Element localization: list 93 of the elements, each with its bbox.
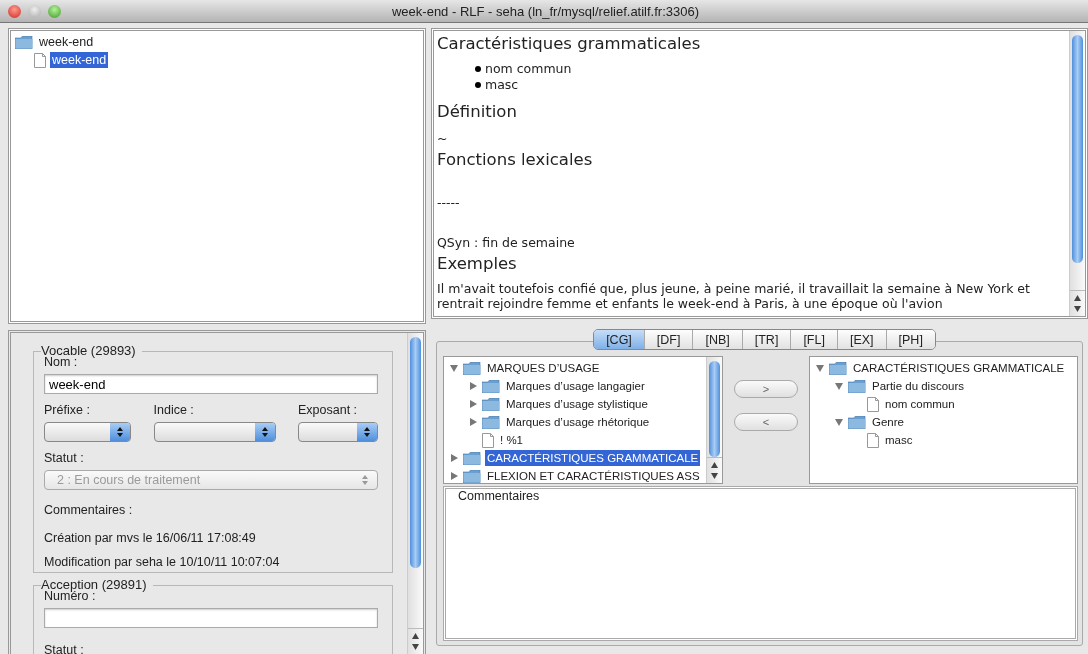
tree-item[interactable]: week-end bbox=[50, 52, 109, 68]
number-field[interactable] bbox=[44, 608, 378, 628]
expand-arrow-icon[interactable] bbox=[449, 471, 459, 481]
scroll-up-icon[interactable] bbox=[411, 632, 420, 640]
tab[interactable]: [DF] bbox=[644, 330, 694, 349]
tree-item[interactable]: Partie du discours bbox=[870, 378, 967, 394]
document-icon bbox=[867, 396, 879, 412]
tree-item[interactable]: FLEXION ET CARACTÉRISTIQUES ASS bbox=[485, 468, 702, 483]
tab[interactable]: [CG] bbox=[594, 330, 645, 349]
field-label: Statut : bbox=[44, 642, 85, 654]
dropdown[interactable] bbox=[298, 422, 378, 442]
document-text: ----- bbox=[437, 195, 461, 211]
expand-arrow-icon[interactable] bbox=[468, 417, 478, 427]
scroll-down-icon[interactable] bbox=[411, 643, 420, 651]
folder-icon bbox=[463, 451, 481, 465]
field-label: Nom : bbox=[44, 355, 79, 370]
field-label: Commentaires : bbox=[44, 502, 134, 518]
tab[interactable]: [TR] bbox=[742, 330, 792, 349]
tab[interactable]: [PH] bbox=[886, 330, 935, 349]
document-icon bbox=[867, 432, 879, 448]
dropdown[interactable] bbox=[44, 422, 131, 442]
folder-icon bbox=[463, 469, 481, 483]
tree-item[interactable]: Genre bbox=[870, 414, 906, 430]
tab[interactable]: [FL] bbox=[791, 330, 838, 349]
folder-icon bbox=[463, 361, 481, 375]
tree-item[interactable]: CARACTÉRISTIQUES GRAMMATICALE bbox=[851, 360, 1067, 376]
field-label: Indice : bbox=[153, 402, 195, 418]
collapse-arrow-icon[interactable] bbox=[449, 363, 459, 373]
expand-arrow-icon[interactable] bbox=[449, 453, 459, 463]
tree-item[interactable]: masc bbox=[883, 432, 915, 448]
transfer-button[interactable]: < bbox=[734, 413, 798, 431]
scrollbar-thumb[interactable] bbox=[1072, 35, 1083, 263]
document-icon bbox=[482, 432, 494, 448]
document-text: ~ bbox=[437, 131, 449, 147]
scroll-up-icon[interactable] bbox=[1073, 294, 1082, 302]
tree-item[interactable]: Marques d’usage rhétorique bbox=[504, 414, 652, 430]
creation-info: Création par mvs le 16/06/11 17:08:49 bbox=[44, 530, 257, 546]
tab[interactable]: [NB] bbox=[693, 330, 743, 349]
close-button[interactable] bbox=[8, 4, 21, 18]
bullet-icon bbox=[475, 82, 481, 88]
section-heading: Fonctions lexicales bbox=[437, 149, 594, 171]
bullet-icon bbox=[475, 66, 481, 72]
tree-item[interactable]: Marques d’usage langagier bbox=[504, 378, 647, 394]
folder-icon bbox=[848, 379, 866, 393]
field-label: Préfixe : bbox=[44, 402, 91, 418]
tree-item[interactable]: nom commun bbox=[883, 396, 957, 412]
section-heading: Définition bbox=[437, 101, 518, 123]
scroll-down-icon[interactable] bbox=[710, 472, 719, 480]
document-text: QSyn : fin de semaine bbox=[437, 235, 576, 251]
document-icon bbox=[34, 52, 46, 68]
dropdown[interactable] bbox=[153, 422, 276, 442]
stepper-icon bbox=[116, 426, 124, 438]
collapse-arrow-icon[interactable] bbox=[834, 381, 844, 391]
collapse-arrow-icon[interactable] bbox=[815, 363, 825, 373]
modification-info: Modification par seha le 10/10/11 10:07:04 bbox=[44, 554, 281, 570]
tree-item[interactable]: CARACTÉRISTIQUES GRAMMATICALE bbox=[485, 450, 701, 466]
field-label: Exposant : bbox=[298, 402, 359, 418]
folder-icon bbox=[482, 415, 500, 429]
tree-item[interactable]: Marques d’usage stylistique bbox=[504, 396, 650, 412]
folder-icon bbox=[15, 35, 33, 49]
folder-icon bbox=[848, 415, 866, 429]
tree-item[interactable]: ! %1 bbox=[498, 432, 525, 448]
folder-icon bbox=[482, 397, 500, 411]
tab[interactable]: [EX] bbox=[837, 330, 887, 349]
example-paragraph: Il m'avait toutefois confié que, plus jeune, à peine marié, il travaillait la semaine à New York et rentrait rejoindre femme et enfants le week-end à Paris, à une époque où l'avion bbox=[437, 281, 1031, 311]
section-heading: Exemples bbox=[437, 253, 518, 275]
tree-item[interactable]: week-end bbox=[37, 34, 96, 50]
field-label: Numéro : bbox=[44, 589, 96, 604]
folder-icon bbox=[482, 379, 500, 393]
scroll-up-icon[interactable] bbox=[710, 461, 719, 469]
stepper-icon bbox=[260, 426, 269, 438]
scrollbar-thumb[interactable] bbox=[410, 337, 421, 569]
scrollbar[interactable] bbox=[407, 333, 423, 654]
collapse-arrow-icon[interactable] bbox=[834, 417, 844, 427]
stepper-icon bbox=[361, 474, 369, 486]
stepper-icon bbox=[363, 426, 371, 438]
folder-icon bbox=[829, 361, 847, 375]
scrollbar-thumb[interactable] bbox=[709, 361, 720, 457]
group-legend: Vocable (29893) bbox=[41, 343, 142, 358]
scrollbar[interactable] bbox=[1069, 31, 1085, 316]
tree-item[interactable]: MARQUES D’USAGE bbox=[485, 360, 602, 376]
field-label: Statut : bbox=[44, 450, 85, 466]
section-heading: Caractéristiques grammaticales bbox=[437, 33, 702, 55]
scroll-down-icon[interactable] bbox=[1073, 305, 1082, 313]
expand-arrow-icon[interactable] bbox=[468, 381, 478, 391]
transfer-button[interactable]: > bbox=[734, 380, 798, 398]
expand-arrow-icon[interactable] bbox=[468, 399, 478, 409]
scrollbar[interactable] bbox=[706, 357, 722, 483]
list-item: masc bbox=[485, 77, 519, 93]
name-field[interactable]: week-end bbox=[44, 374, 378, 394]
group-legend: Acception (29891) bbox=[41, 577, 153, 592]
list-item: nom commun bbox=[485, 61, 572, 77]
window-title: week-end - RLF - seha (ln_fr/mysql/relief.atilf.fr:3306) bbox=[390, 3, 701, 19]
